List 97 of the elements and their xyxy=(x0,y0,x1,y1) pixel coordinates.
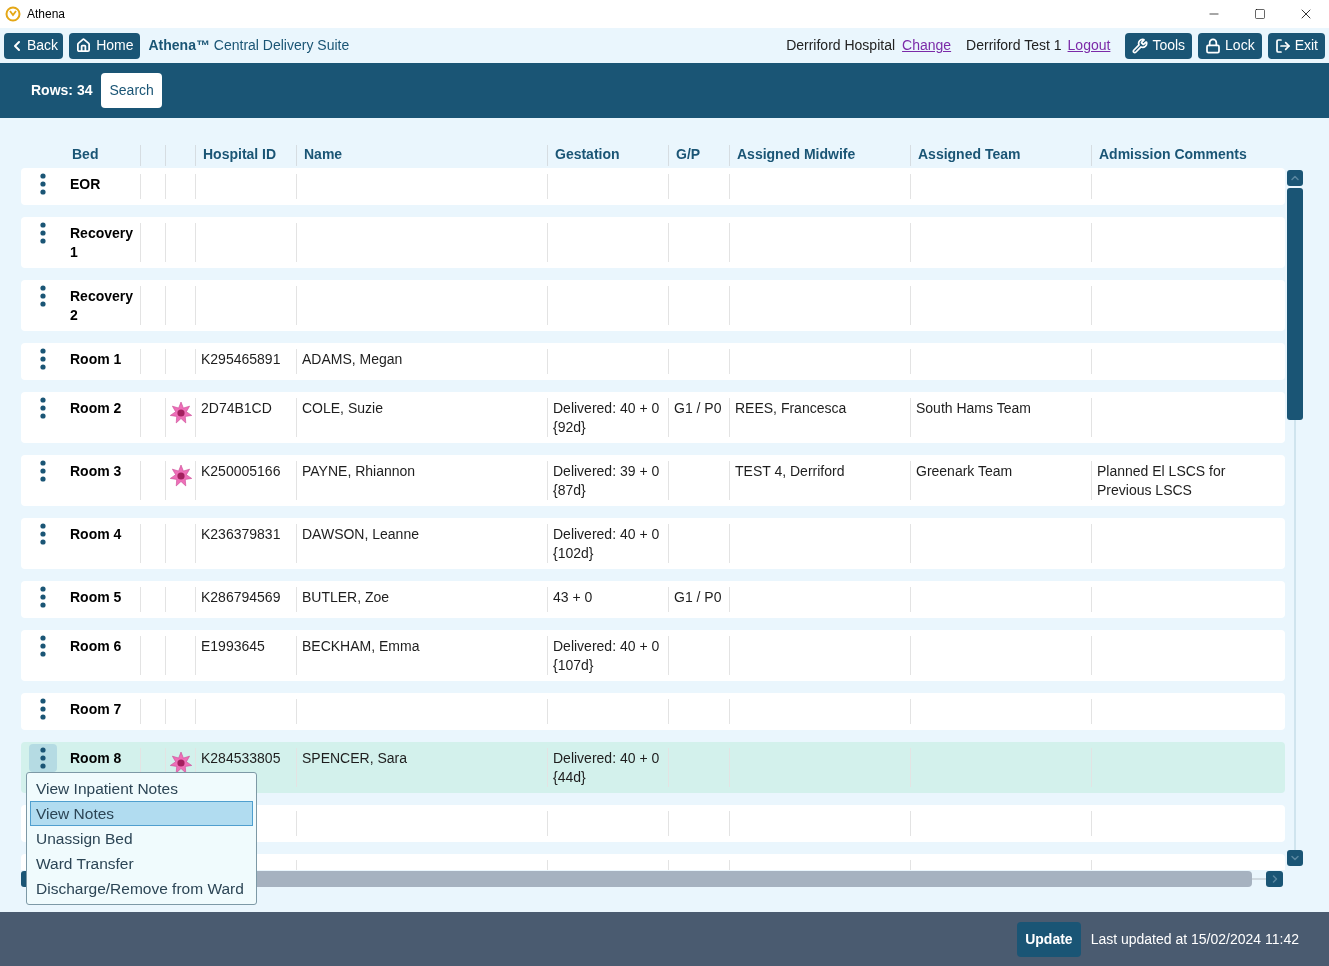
comments-cell: Planned El LSCS for Previous LSCS xyxy=(1097,463,1226,498)
bed-label: Room 8 xyxy=(70,750,122,766)
search-button[interactable]: Search xyxy=(101,73,162,108)
more-icon xyxy=(40,698,46,720)
table-row[interactable]: Room 3 K250005166 PAYNE, Rhiannon Delivered: 39 + 0 {87d} TEST 4, Derriford Greenark Team Planned El LSCS for Previous LSCS xyxy=(21,455,1285,506)
column-header[interactable]: Admission Comments xyxy=(1099,146,1247,162)
back-button[interactable]: Back xyxy=(4,32,64,59)
rows-count: Rows: 34 xyxy=(31,81,93,100)
name-cell: ADAMS, Megan xyxy=(302,351,403,367)
more-icon xyxy=(40,586,46,608)
hospital-id-cell: K295465891 xyxy=(201,351,281,367)
gestation-cell: Delivered: 40 + 0 {44d} xyxy=(553,750,660,785)
more-icon xyxy=(40,747,46,769)
menu-item[interactable]: View Notes xyxy=(30,801,253,826)
column-header[interactable]: Bed xyxy=(72,146,99,162)
bed-label: EOR xyxy=(70,176,101,192)
bed-label: Room 2 xyxy=(70,400,122,416)
flower-icon xyxy=(168,401,193,425)
change-link[interactable]: Change xyxy=(902,35,952,56)
last-updated-text: Last updated at 15/02/2024 11:42 xyxy=(1090,929,1299,949)
name-cell: PAYNE, Rhiannon xyxy=(302,463,416,479)
flower-icon xyxy=(168,464,193,488)
menu-item[interactable]: Ward Transfer xyxy=(30,851,253,876)
vertical-scroll-thumb[interactable] xyxy=(1287,188,1303,420)
more-icon xyxy=(40,222,46,244)
gestation-cell: Delivered: 40 + 0 {102d} xyxy=(553,526,660,561)
page-title: Athena™ Central Delivery Suite xyxy=(148,36,350,55)
gestation-cell: 43 + 0 xyxy=(553,589,593,605)
name-cell: DAWSON, Leanne xyxy=(302,526,419,542)
menu-item[interactable]: Unassign Bed xyxy=(30,826,253,851)
column-header[interactable]: Assigned Team xyxy=(918,146,1021,162)
bed-label: Room 1 xyxy=(70,351,122,367)
team-cell: Greenark Team xyxy=(916,463,1013,479)
gp-cell: G1 / P0 xyxy=(674,400,722,416)
lock-button[interactable]: Lock xyxy=(1198,32,1262,59)
name-cell: BECKHAM, Emma xyxy=(302,638,420,654)
window-title: Athena xyxy=(27,6,66,23)
table-row[interactable]: Recovery 1 xyxy=(21,217,1285,268)
more-icon xyxy=(40,635,46,657)
bed-label: Recovery 2 xyxy=(70,288,134,323)
bed-label: Recovery 1 xyxy=(70,225,134,260)
column-header[interactable]: Hospital ID xyxy=(203,146,277,162)
more-icon xyxy=(40,523,46,545)
tools-button[interactable]: Tools xyxy=(1125,32,1193,59)
midwife-cell: REES, Francesca xyxy=(735,400,847,416)
column-header[interactable]: G/P xyxy=(676,146,701,162)
home-icon xyxy=(76,38,92,53)
column-header[interactable]: Name xyxy=(304,146,343,162)
column-header[interactable]: Gestation xyxy=(555,146,620,162)
bed-label: Room 6 xyxy=(70,638,122,654)
hospital-name: Derriford Hospital xyxy=(786,36,896,55)
gp-cell: G1 / P0 xyxy=(674,589,722,605)
gestation-cell: Delivered: 39 + 0 {87d} xyxy=(553,463,660,498)
hospital-id-cell: K284533805 xyxy=(201,750,281,766)
table-row[interactable]: Room 5 K286794569 BUTLER, Zoe 43 + 0 G1 / P0 xyxy=(21,581,1285,618)
bed-label: Room 7 xyxy=(70,701,122,717)
hospital-id-cell: 2D74B1CD xyxy=(201,400,272,416)
hospital-id-cell: K236379831 xyxy=(201,526,281,542)
hospital-id-cell: K286794569 xyxy=(201,589,281,605)
more-icon xyxy=(40,348,46,370)
column-header[interactable]: Assigned Midwife xyxy=(737,146,856,162)
maximize-icon xyxy=(1254,8,1266,20)
bed-label: Room 3 xyxy=(70,463,122,479)
gestation-cell: Delivered: 40 + 0 {92d} xyxy=(553,400,660,435)
more-icon xyxy=(40,173,46,195)
update-button[interactable]: Update xyxy=(1017,921,1081,957)
table-row[interactable]: EOR xyxy=(21,168,1285,205)
table-row[interactable]: Recovery 2 xyxy=(21,280,1285,331)
exit-icon xyxy=(1274,37,1291,54)
name-cell: COLE, Suzie xyxy=(302,400,383,416)
team-cell: South Hams Team xyxy=(916,400,1031,416)
name-cell: BUTLER, Zoe xyxy=(302,589,390,605)
bed-label: Room 5 xyxy=(70,589,122,605)
menu-item[interactable]: Discharge/Remove from Ward xyxy=(30,876,253,901)
gestation-cell: Delivered: 40 + 0 {107d} xyxy=(553,638,660,673)
table-row[interactable]: Room 1 K295465891 ADAMS, Megan xyxy=(21,343,1285,380)
name-cell: SPENCER, Sara xyxy=(302,750,408,766)
table-row[interactable]: Room 2 2D74B1CD COLE, Suzie Delivered: 40 + 0 {92d} G1 / P0 REES, Francesca South Hams Team xyxy=(21,392,1285,443)
flower-icon xyxy=(168,751,193,775)
hospital-id-cell: K250005166 xyxy=(201,463,281,479)
table-row[interactable]: Room 7 xyxy=(21,693,1285,730)
logout-link[interactable]: Logout xyxy=(1067,35,1111,56)
home-button[interactable]: Home xyxy=(69,32,141,59)
more-icon xyxy=(40,285,46,307)
row-menu-button[interactable] xyxy=(29,744,57,772)
table-row[interactable]: Room 4 K236379831 DAWSON, Leanne Delivered: 40 + 0 {102d} xyxy=(21,518,1285,569)
app-logo-icon xyxy=(5,6,21,22)
bed-label: Room 4 xyxy=(70,526,122,542)
hospital-id-cell: E1993645 xyxy=(201,638,265,654)
lock-icon xyxy=(1205,37,1222,54)
tools-icon xyxy=(1132,37,1149,54)
more-icon xyxy=(40,397,46,419)
user-name: Derriford Test 1 xyxy=(966,36,1062,55)
exit-button[interactable]: Exit xyxy=(1267,32,1325,59)
more-icon xyxy=(40,460,46,482)
table-row[interactable]: Room 6 E1993645 BECKHAM, Emma Delivered: 40 + 0 {107d} xyxy=(21,630,1285,681)
midwife-cell: TEST 4, Derriford xyxy=(735,463,845,479)
